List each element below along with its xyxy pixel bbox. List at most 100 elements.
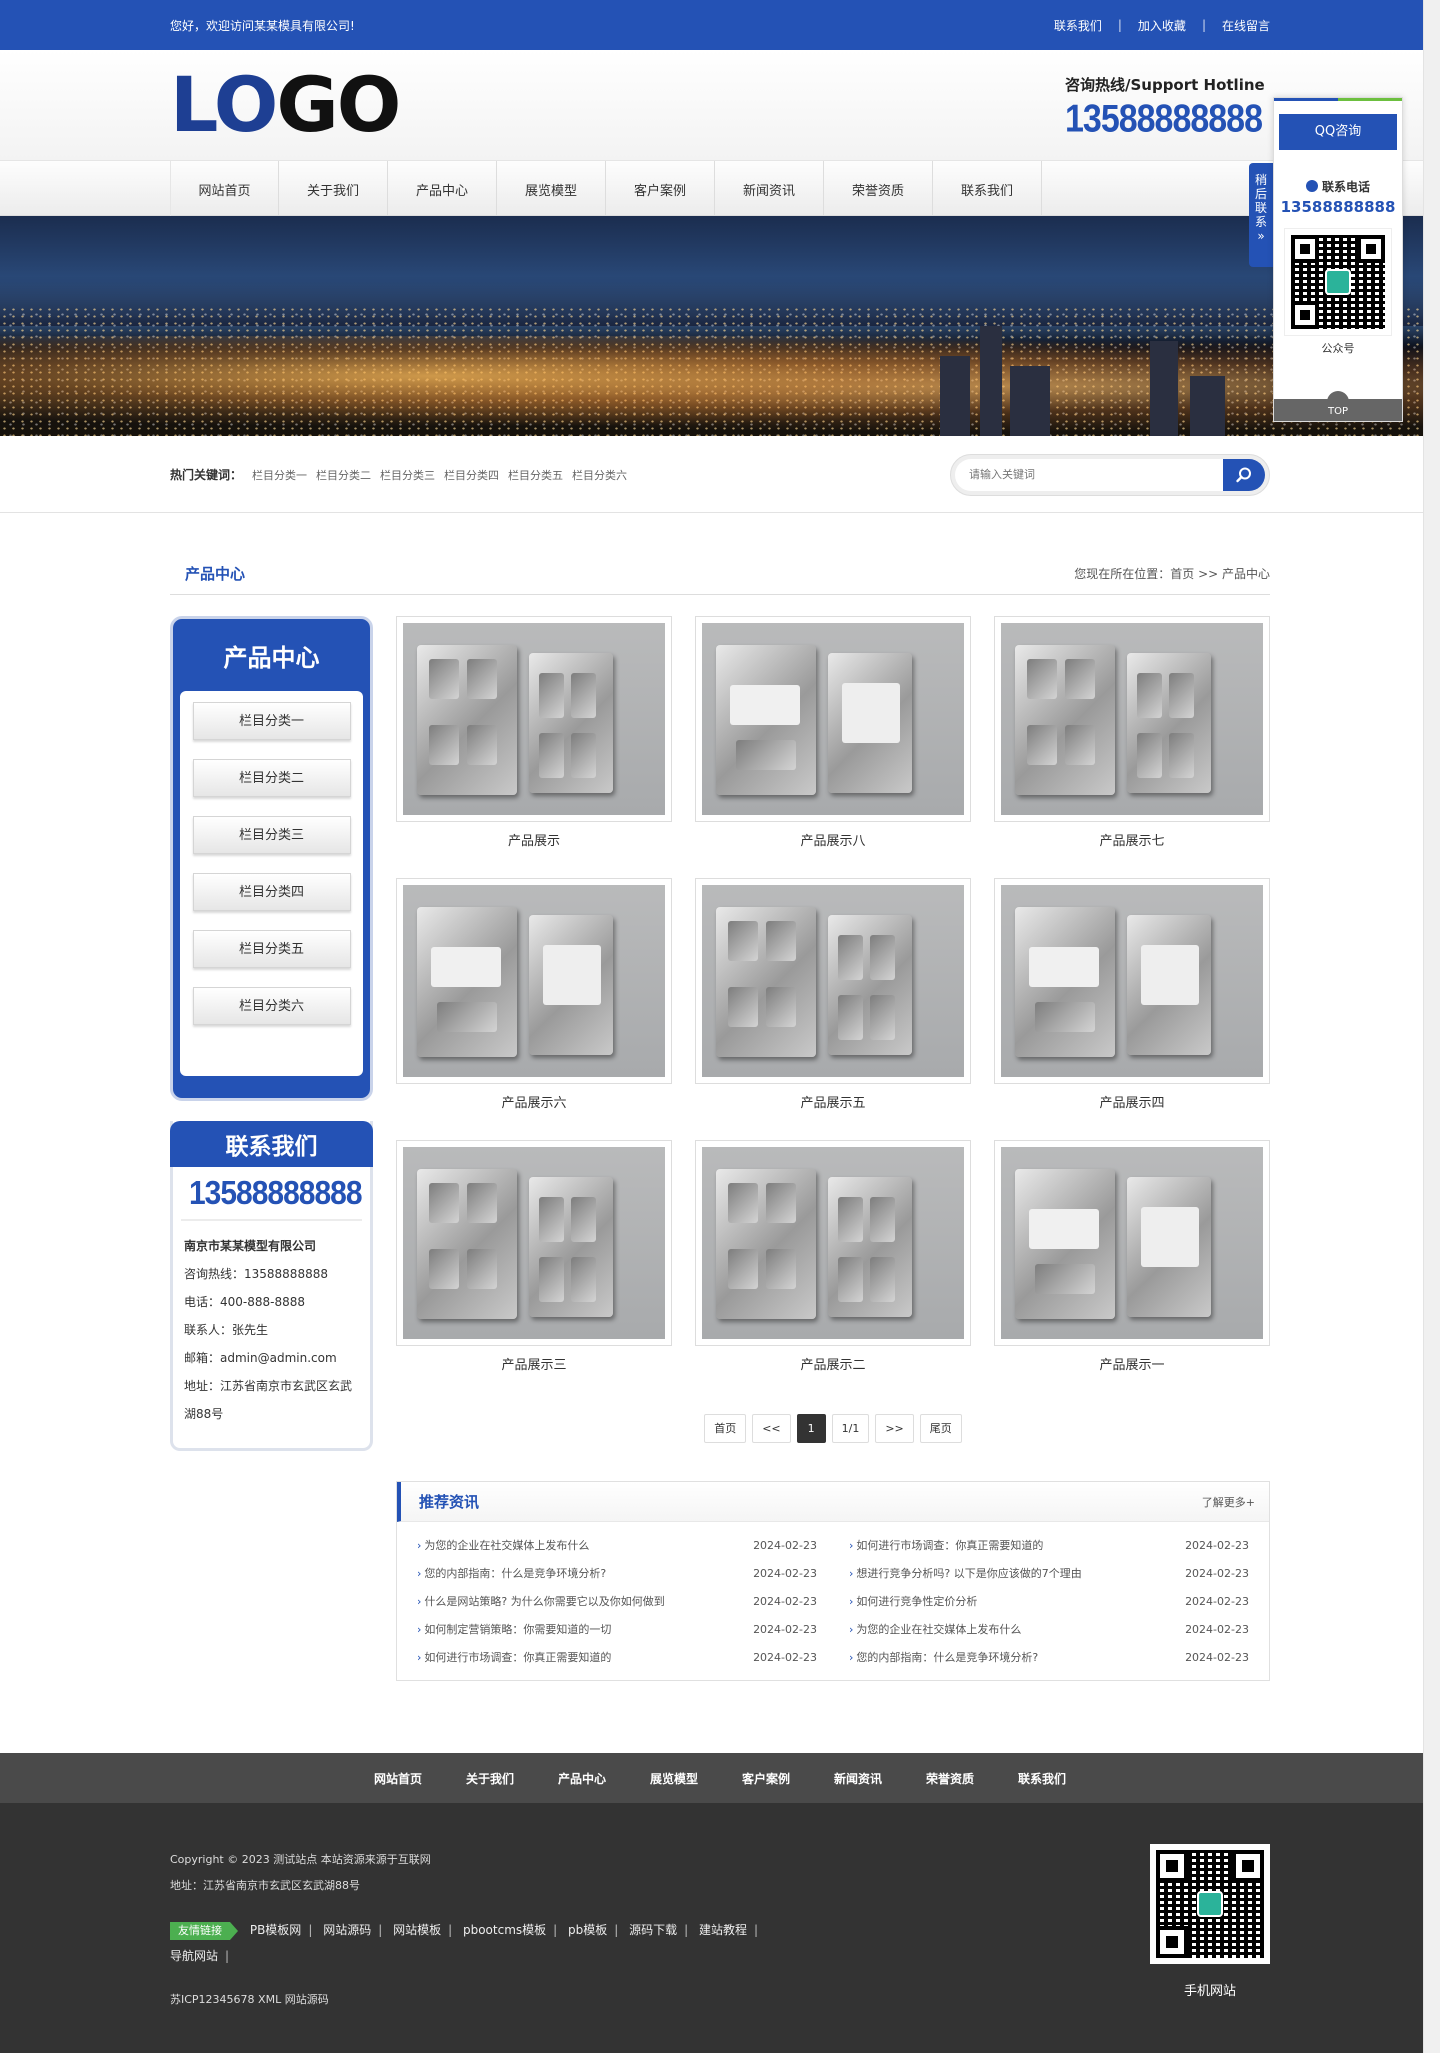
footer-nav-item[interactable]: 网站首页 [374,1770,422,1787]
nav-news[interactable]: 新闻资讯 [715,161,824,217]
product-card[interactable]: 产品展示 [396,616,672,862]
product-image[interactable] [396,616,672,822]
news-row[interactable]: 为您的企业在社交媒体上发布什么 2024-02-23 [417,1532,817,1560]
friend-link[interactable]: PB模板网 [250,1923,301,1937]
product-image[interactable] [695,1140,971,1346]
category-item[interactable]: 栏目分类三 [192,816,351,854]
hot-keyword[interactable]: 栏目分类二 [316,467,371,483]
category-item[interactable]: 栏目分类二 [192,759,351,797]
product-card[interactable]: 产品展示一 [994,1140,1270,1386]
footer-nav-item[interactable]: 联系我们 [1018,1770,1066,1787]
footer-nav-item[interactable]: 荣誉资质 [926,1770,974,1787]
product-image[interactable] [695,616,971,822]
message-link[interactable]: 在线留言 [1222,17,1270,34]
news-row[interactable]: 如何进行竞争性定价分析 2024-02-23 [849,1588,1249,1616]
news-row[interactable]: 什么是网站策略? 为什么你需要它以及你如何做到 2024-02-23 [417,1588,817,1616]
news-item-date: 2024-02-23 [1185,1623,1249,1636]
page-first[interactable]: 首页 [704,1414,747,1443]
news-item-title[interactable]: 您的内部指南：什么是竞争环境分析? [417,1560,606,1588]
news-item-title[interactable]: 如何制定营销策略：你需要知道的一切 [417,1616,611,1644]
news-item-title[interactable]: 什么是网站策略? 为什么你需要它以及你如何做到 [417,1588,664,1616]
product-card[interactable]: 产品展示六 [396,878,672,1124]
footer-nav-item[interactable]: 展览模型 [650,1770,698,1787]
product-name[interactable]: 产品展示五 [695,1084,971,1124]
product-name[interactable]: 产品展示八 [695,822,971,862]
friend-link[interactable]: 导航网站 [170,1949,218,1963]
friend-link[interactable]: 网站模板 [393,1923,441,1937]
product-name[interactable]: 产品展示 [396,822,672,862]
product-card[interactable]: 产品展示八 [695,616,971,862]
news-item-title[interactable]: 您的内部指南：什么是竞争环境分析? [849,1644,1038,1672]
nav-about[interactable]: 关于我们 [279,161,388,217]
product-name[interactable]: 产品展示六 [396,1084,672,1124]
product-card[interactable]: 产品展示二 [695,1140,971,1386]
product-image[interactable] [994,1140,1270,1346]
category-item[interactable]: 栏目分类一 [192,702,351,740]
product-image[interactable] [396,1140,672,1346]
page-current[interactable]: 1 [796,1414,826,1443]
news-item-title[interactable]: 想进行竞争分析吗? 以下是你应该做的7个理由 [849,1560,1081,1588]
product-card[interactable]: 产品展示四 [994,878,1270,1124]
category-item[interactable]: 栏目分类四 [192,873,351,911]
category-item[interactable]: 栏目分类五 [192,930,351,968]
product-image[interactable] [396,878,672,1084]
search-button[interactable] [1223,458,1265,491]
footer-nav-item[interactable]: 新闻资讯 [834,1770,882,1787]
product-image[interactable] [994,616,1270,822]
product-name[interactable]: 产品展示二 [695,1346,971,1386]
product-card[interactable]: 产品展示五 [695,878,971,1124]
news-more-link[interactable]: 了解更多+ [1202,1494,1255,1510]
nav-contact[interactable]: 联系我们 [933,161,1042,217]
friend-link[interactable]: 建站教程 [699,1923,747,1937]
friend-link[interactable]: 网站源码 [323,1923,371,1937]
category-item[interactable]: 栏目分类六 [192,987,351,1025]
product-name[interactable]: 产品展示三 [396,1346,672,1386]
news-item-title[interactable]: 为您的企业在社交媒体上发布什么 [849,1616,1021,1644]
news-item-title[interactable]: 如何进行市场调查：你真正需要知道的 [849,1532,1043,1560]
logo[interactable]: LO GO [170,67,401,143]
back-to-top-button[interactable]: TOP [1274,391,1402,421]
hot-keyword[interactable]: 栏目分类六 [572,467,627,483]
hot-keyword[interactable]: 栏目分类三 [380,467,435,483]
nav-exhibition[interactable]: 展览模型 [497,161,606,217]
nav-home[interactable]: 网站首页 [170,161,279,217]
footer-nav-item[interactable]: 产品中心 [558,1770,606,1787]
nav-honors[interactable]: 荣誉资质 [824,161,933,217]
contact-us-link[interactable]: 联系我们 [1054,17,1102,34]
nav-products[interactable]: 产品中心 [388,161,497,217]
friend-link[interactable]: pbootcms模板 [463,1923,546,1937]
friend-link[interactable]: 源码下载 [629,1923,677,1937]
news-item-title[interactable]: 为您的企业在社交媒体上发布什么 [417,1532,589,1560]
friend-link[interactable]: pb模板 [568,1923,607,1937]
news-item-title[interactable]: 如何进行市场调查：你真正需要知道的 [417,1644,611,1672]
news-row[interactable]: 如何进行市场调查：你真正需要知道的 2024-02-23 [417,1644,817,1672]
news-row[interactable]: 如何进行市场调查：你真正需要知道的 2024-02-23 [849,1532,1249,1560]
product-name[interactable]: 产品展示四 [994,1084,1270,1124]
news-row[interactable]: 想进行竞争分析吗? 以下是你应该做的7个理由 2024-02-23 [849,1560,1249,1588]
page-last[interactable]: 尾页 [919,1414,962,1443]
later-contact-tab[interactable]: 稍后联系» [1249,163,1273,267]
product-card[interactable]: 产品展示三 [396,1140,672,1386]
product-name[interactable]: 产品展示七 [994,822,1270,862]
hot-keyword[interactable]: 栏目分类五 [508,467,563,483]
page-next[interactable]: >> [875,1414,914,1443]
hot-keyword[interactable]: 栏目分类一 [252,467,307,483]
hot-keyword[interactable]: 栏目分类四 [444,467,499,483]
qq-consult-button[interactable]: QQ咨询 [1279,114,1397,150]
nav-cases[interactable]: 客户案例 [606,161,715,217]
search-input[interactable] [955,458,1223,491]
product-card[interactable]: 产品展示七 [994,616,1270,862]
news-item-title[interactable]: 如何进行竞争性定价分析 [849,1588,977,1616]
news-row[interactable]: 您的内部指南：什么是竞争环境分析? 2024-02-23 [849,1644,1249,1672]
news-row[interactable]: 为您的企业在社交媒体上发布什么 2024-02-23 [849,1616,1249,1644]
product-image[interactable] [994,878,1270,1084]
product-image[interactable] [695,878,971,1084]
news-row[interactable]: 您的内部指南：什么是竞争环境分析? 2024-02-23 [417,1560,817,1588]
footer-nav-item[interactable]: 客户案例 [742,1770,790,1787]
product-name[interactable]: 产品展示一 [994,1346,1270,1386]
footer-nav-item[interactable]: 关于我们 [466,1770,514,1787]
news-row[interactable]: 如何制定营销策略：你需要知道的一切 2024-02-23 [417,1616,817,1644]
page-prev[interactable]: << [752,1414,791,1443]
scrollbar[interactable] [1423,0,1440,2053]
add-favorite-link[interactable]: 加入收藏 [1138,17,1186,34]
